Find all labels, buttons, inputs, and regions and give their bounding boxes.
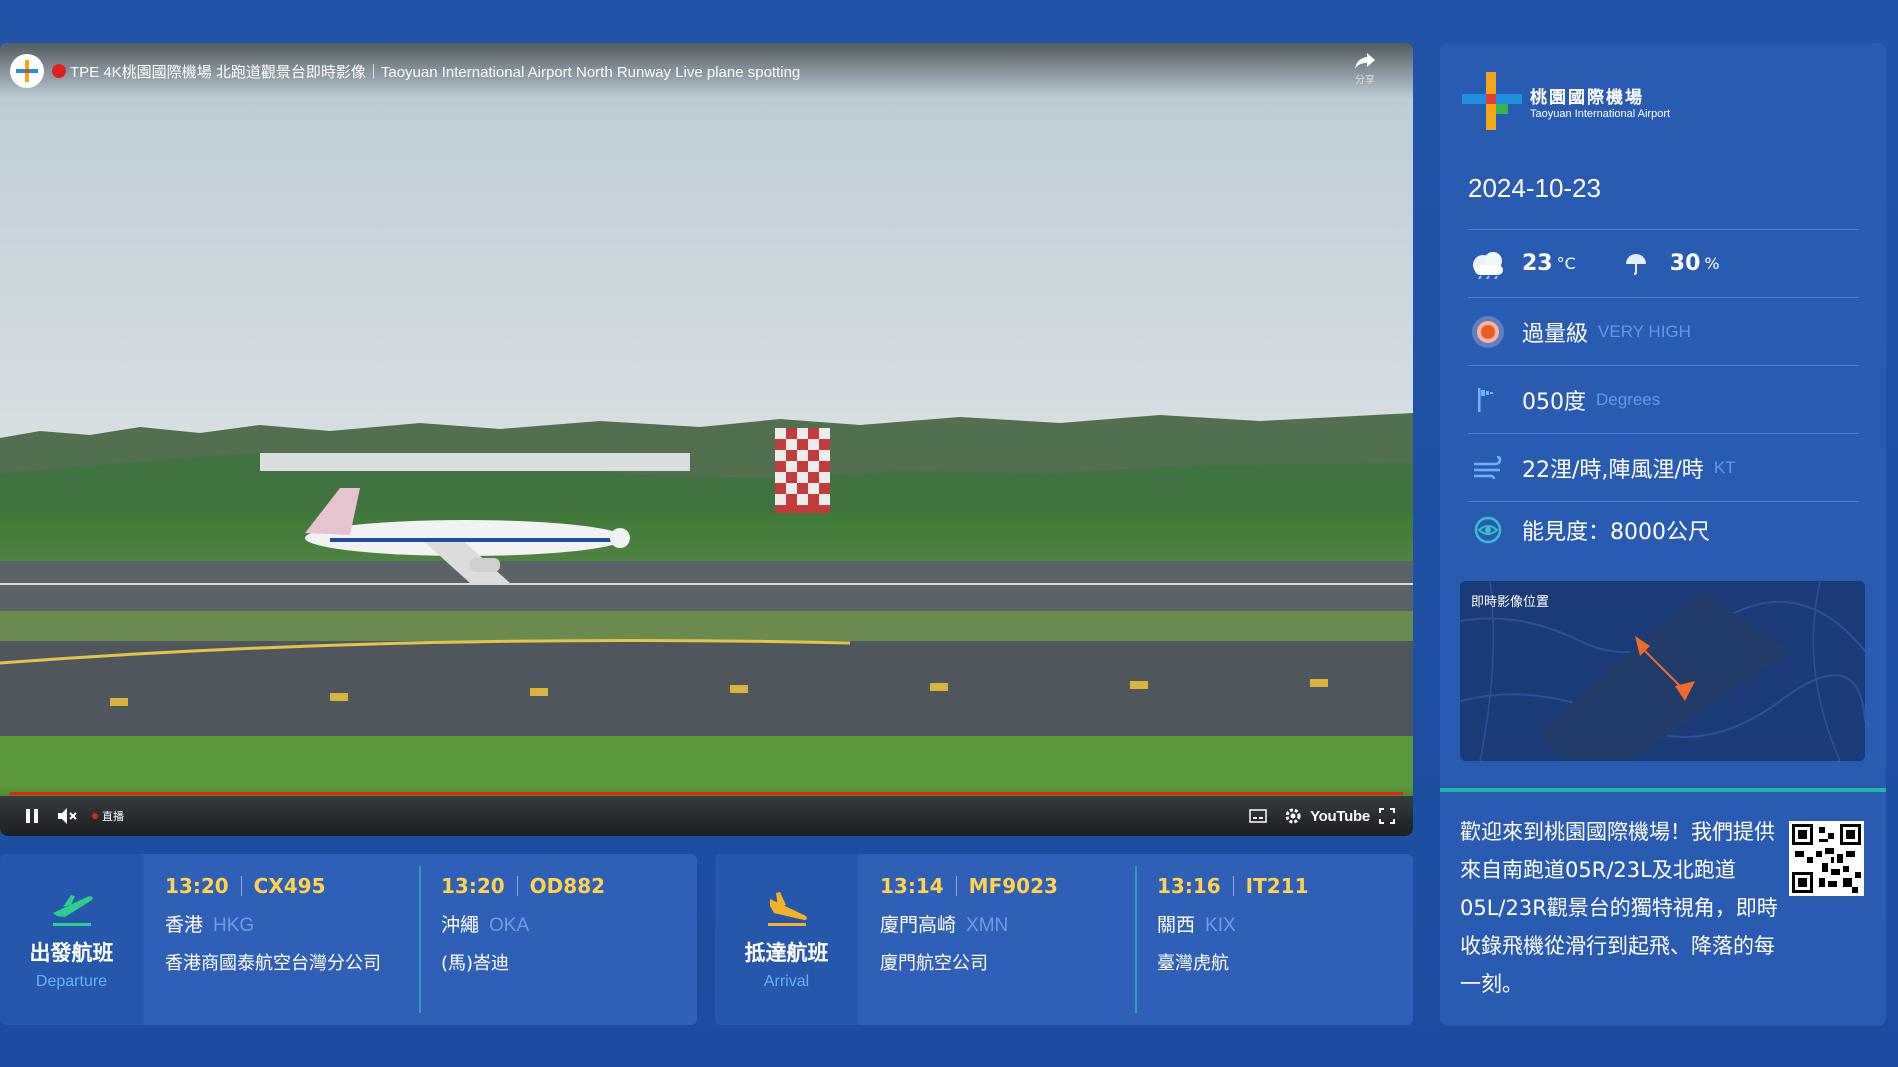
divider	[1232, 876, 1234, 896]
departure-subtitle: Departure	[35, 972, 108, 990]
live-red-dot	[52, 64, 66, 78]
video-title[interactable]: TPE 4K桃園國際機場 北跑道觀景台即時影像｜Taoyuan Internat…	[70, 61, 800, 82]
visibility-value: 能見度：8000公尺	[1522, 519, 1710, 545]
flight-number: IT211	[1245, 874, 1309, 898]
flight-time: 13:16	[1157, 874, 1221, 898]
temperature-unit: °C	[1556, 254, 1576, 273]
arrival-subtitle: Arrival	[763, 972, 810, 990]
departure-title: 出發航班	[29, 940, 114, 965]
live-label: 直播	[102, 810, 124, 823]
divider	[955, 876, 957, 896]
video-title-bar: TPE 4K桃園國際機場 北跑道觀景台即時影像｜Taoyuan Internat…	[0, 43, 1413, 99]
settings-button[interactable]	[1280, 804, 1306, 828]
uv-level-en: VERY HIGH	[1598, 321, 1691, 341]
airport-logo: 桃園國際機場 Taoyuan International Airport	[1460, 68, 1670, 134]
wind-direction-unit: Degrees	[1596, 389, 1661, 409]
flight-number: OD882	[529, 874, 606, 898]
subtitles-button[interactable]	[1245, 804, 1271, 828]
airport-code: KIX	[1205, 915, 1236, 936]
share-button[interactable]: 分享	[1347, 53, 1383, 93]
wind-direction-value: 050度	[1522, 389, 1586, 415]
video-player[interactable]: TPE 4K桃園國際機場 北跑道觀景台即時影像｜Taoyuan Internat…	[0, 43, 1413, 836]
umbrella-icon	[1616, 247, 1656, 281]
wind-speed-row: 22浬/時,陣風浬/時 KT	[1468, 433, 1859, 501]
current-date: 2024-10-23	[1468, 173, 1601, 203]
temperature-value: 23	[1522, 251, 1553, 276]
arrival-panel: 抵達航班 Arrival 13:14 MF9023 廈門高崎 XMN 廈門航空公司 …	[715, 854, 1413, 1025]
departure-label: 出發航班 Departure	[0, 854, 143, 1025]
flight-card[interactable]: 13:20 OD882 沖繩 OKA (馬)峇迪	[419, 854, 697, 1025]
flight-card[interactable]: 13:16 IT211 關西 KIX 臺灣虎航	[1135, 854, 1413, 1025]
origin-city: 關西	[1157, 914, 1196, 936]
flight-time: 13:20	[441, 874, 505, 898]
flight-time: 13:20	[165, 874, 229, 898]
flight-number: MF9023	[968, 874, 1058, 898]
rain-probability-value: 30	[1669, 251, 1701, 276]
destination-city: 香港	[165, 914, 204, 936]
fullscreen-button[interactable]	[1375, 804, 1399, 828]
wind-speed-value: 22浬/時,陣風浬/時	[1522, 457, 1704, 483]
cloudy-rain-icon	[1468, 247, 1508, 281]
map-title: 即時影像位置	[1471, 595, 1550, 610]
airline-name: 香港商國泰航空台灣分公司	[165, 953, 381, 974]
airport-code: XMN	[966, 915, 1009, 936]
flight-card[interactable]: 13:20 CX495 香港 HKG 香港商國泰航空台灣分公司	[143, 854, 419, 1025]
fullscreen-icon	[1379, 808, 1395, 824]
flight-card[interactable]: 13:14 MF9023 廈門高崎 XMN 廈門航空公司	[858, 854, 1135, 1025]
departure-plane-icon	[52, 894, 93, 926]
wind-flag-icon	[1468, 383, 1508, 417]
channel-logo[interactable]	[10, 54, 44, 88]
teal-divider	[1440, 788, 1886, 792]
info-sidebar: 桃園國際機場 Taoyuan International Airport 202…	[1440, 43, 1886, 1026]
gear-icon	[1285, 808, 1301, 824]
progress-fill	[10, 792, 1403, 795]
arrival-label: 抵達航班 Arrival	[715, 854, 858, 1025]
visibility-row: 能見度：8000公尺	[1468, 501, 1859, 557]
live-indicator[interactable]: 直播	[88, 804, 128, 828]
qr-code[interactable]	[1789, 821, 1864, 896]
flight-number: CX495	[253, 874, 326, 898]
uv-level: 過量級	[1522, 321, 1589, 347]
progress-bar[interactable]	[10, 792, 1403, 795]
weather-row: 23 °C 30 %	[1468, 229, 1859, 297]
flight-time: 13:14	[880, 874, 944, 898]
pause-button[interactable]	[20, 804, 44, 828]
airport-code: OKA	[489, 915, 530, 936]
divider	[240, 876, 242, 896]
arrival-plane-icon	[767, 891, 807, 926]
share-label: 分享	[1355, 75, 1375, 86]
wind-icon	[1468, 451, 1508, 485]
share-icon	[1355, 53, 1375, 69]
airport-name-en: Taoyuan International Airport	[1530, 107, 1671, 120]
muted-speaker-icon	[58, 808, 77, 824]
wind-direction-row: 050度 Degrees	[1468, 365, 1859, 433]
destination-city: 沖繩	[441, 914, 480, 936]
airline-name: 廈門航空公司	[880, 953, 988, 974]
uv-row: 過量級 VERY HIGH	[1468, 297, 1859, 365]
uv-index-icon	[1468, 315, 1508, 349]
arrival-title: 抵達航班	[744, 940, 829, 965]
welcome-message: 歡迎來到桃園國際機場！我們提供來自南跑道05R/23L及北跑道05L/23R觀景…	[1460, 820, 1778, 996]
airline-name: (馬)峇迪	[441, 953, 510, 974]
pause-icon	[26, 809, 38, 823]
youtube-logo[interactable]: YouTube	[1310, 804, 1370, 828]
divider	[516, 876, 518, 896]
wind-speed-unit: KT	[1713, 457, 1736, 477]
player-controls: 直播 YouTube	[0, 786, 1413, 836]
mute-button[interactable]	[54, 804, 80, 828]
runway-live-video[interactable]	[0, 43, 1413, 836]
airport-name-zh: 桃園國際機場	[1530, 87, 1644, 108]
airport-code: HKG	[213, 915, 255, 936]
subtitles-icon	[1249, 809, 1267, 823]
eye-icon	[1468, 513, 1508, 547]
airport-logo-mark	[1462, 72, 1522, 130]
origin-city: 廈門高崎	[880, 914, 957, 936]
airline-name: 臺灣虎航	[1157, 953, 1229, 974]
rain-probability-unit: %	[1704, 254, 1720, 273]
camera-location-map[interactable]: 即時影像位置	[1460, 581, 1865, 761]
departure-panel: 出發航班 Departure 13:20 CX495 香港 HKG 香港商國泰航空台…	[0, 854, 697, 1025]
